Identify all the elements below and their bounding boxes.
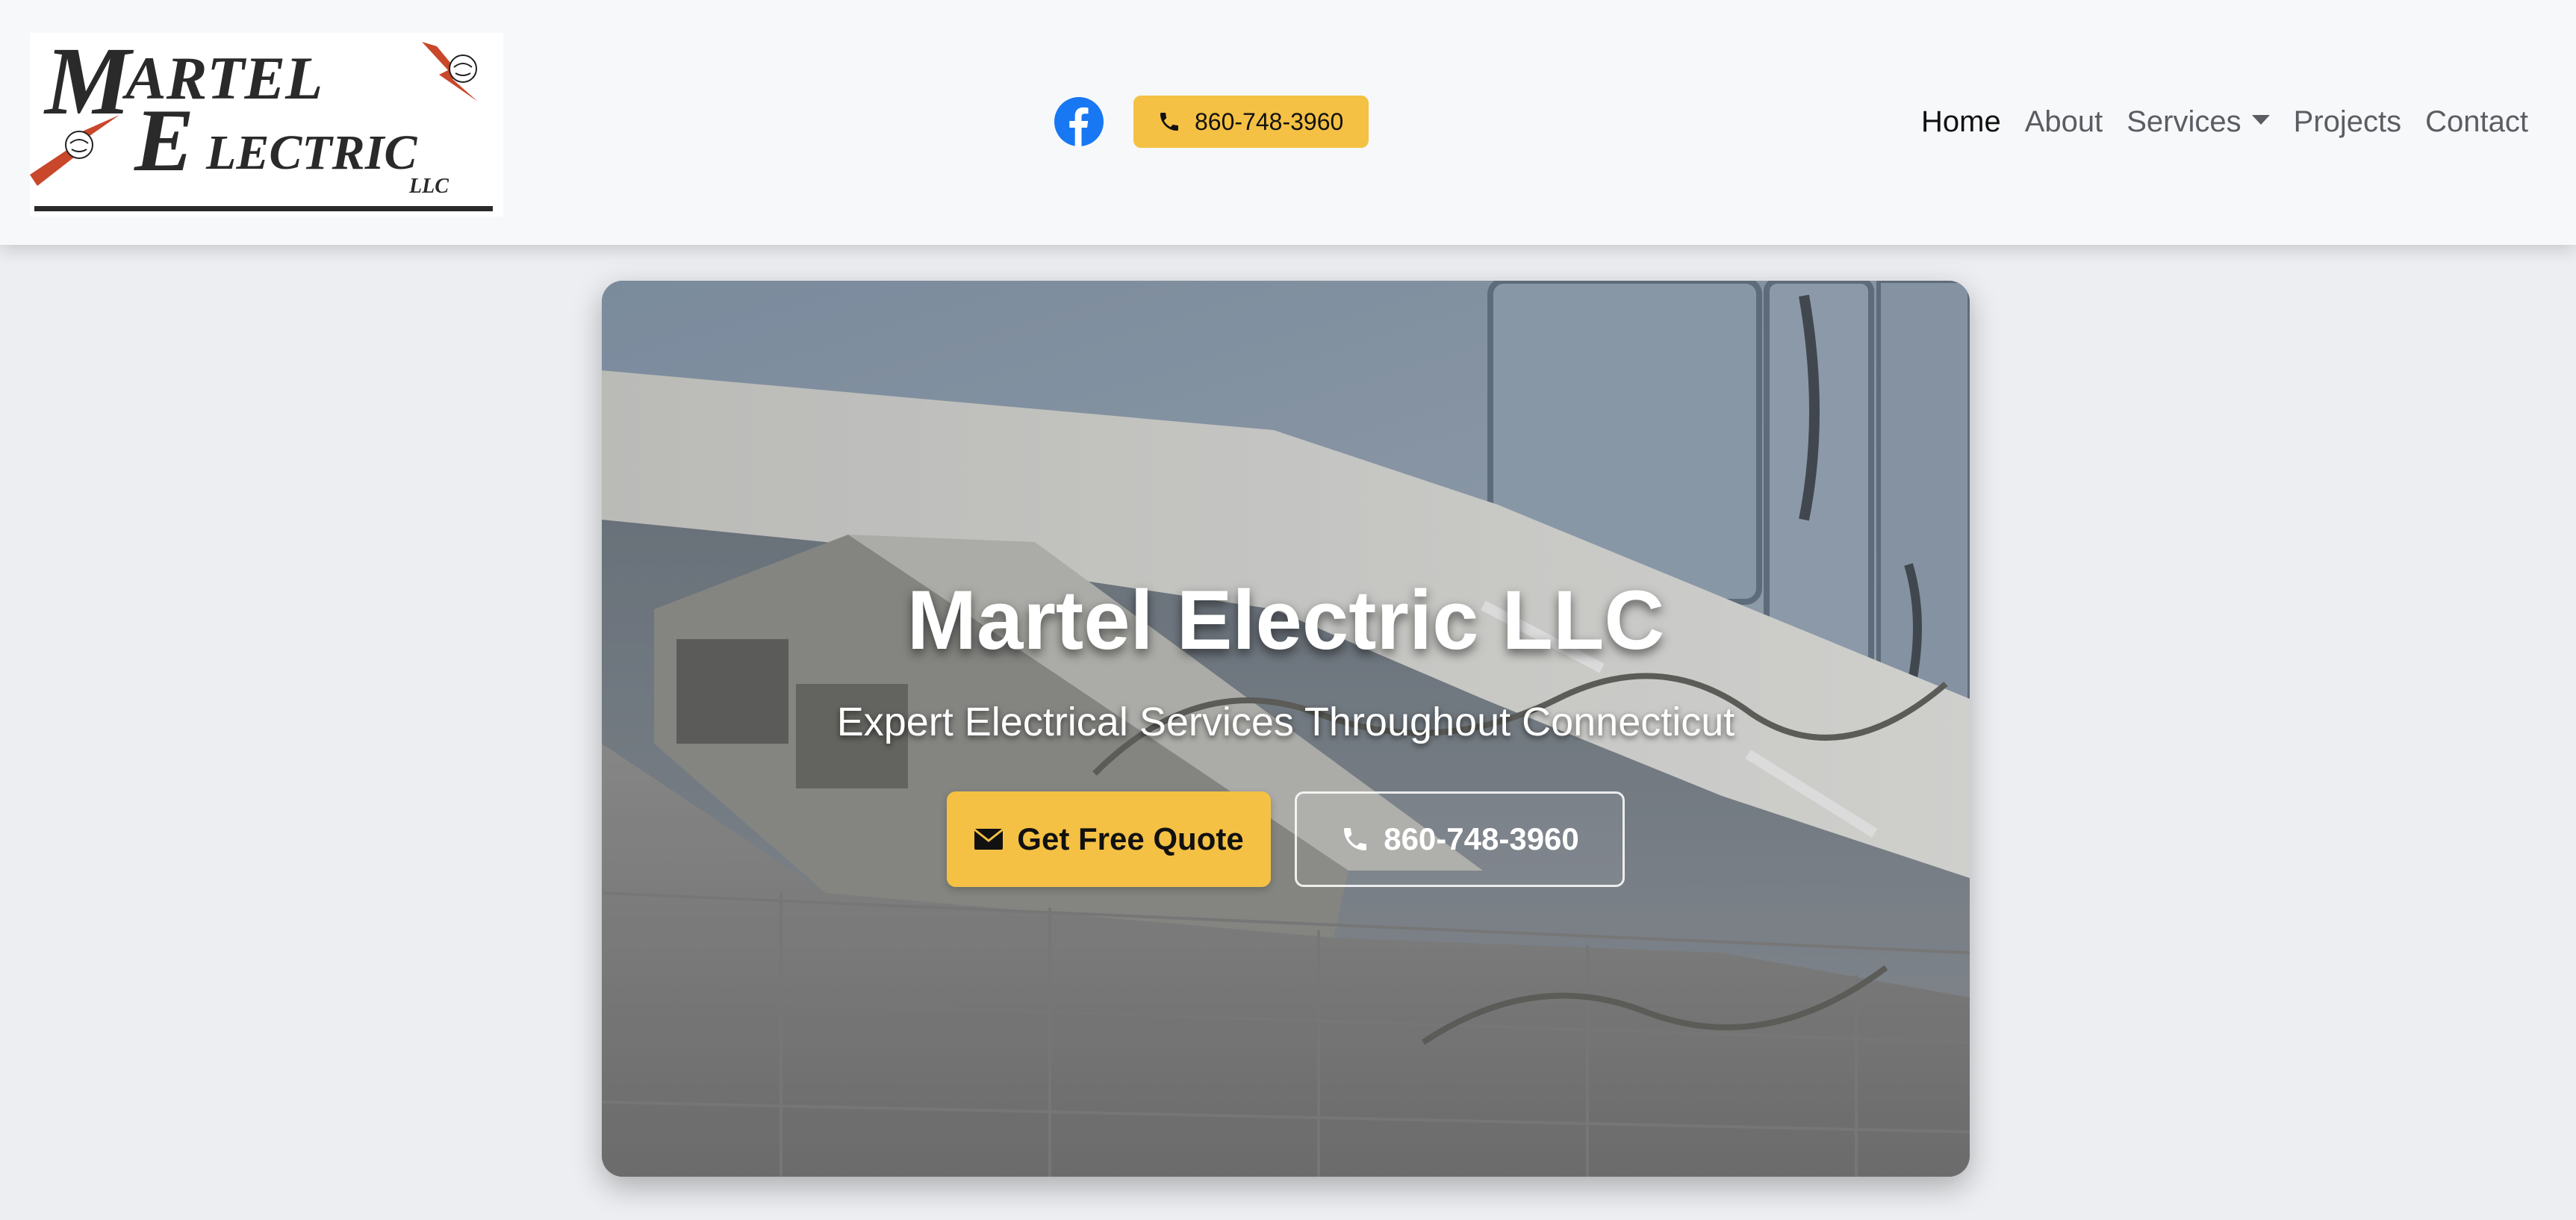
chevron-down-icon [2251, 115, 2270, 125]
get-free-quote-label: Get Free Quote [1017, 821, 1244, 856]
call-phone-button[interactable]: 860-748-3960 [1295, 791, 1625, 887]
svg-text:LECTRIC: LECTRIC [205, 125, 417, 180]
nav-services-label: Services [2127, 105, 2241, 138]
company-logo[interactable]: M ARTEL E LECTRIC LLC [30, 33, 503, 217]
header-phone-label: 860-748-3960 [1195, 108, 1344, 135]
phone-icon [1344, 828, 1367, 850]
nav-services[interactable]: Services [2127, 105, 2270, 139]
nav-about[interactable]: About [2025, 105, 2103, 139]
svg-text:LLC: LLC [408, 175, 449, 198]
nav-contact[interactable]: Contact [2425, 105, 2528, 139]
header-contact-group: 860-748-3960 [1054, 96, 1369, 148]
hero-title: Martel Electric LLC [906, 573, 1665, 667]
svg-text:M: M [43, 33, 134, 135]
site-header: M ARTEL E LECTRIC LLC 860-748-3960 Home … [0, 0, 2576, 245]
facebook-icon[interactable] [1054, 97, 1104, 146]
get-free-quote-button[interactable]: Get Free Quote [947, 791, 1271, 887]
header-phone-button[interactable]: 860-748-3960 [1133, 96, 1369, 148]
phone-icon [1160, 113, 1178, 131]
nav-home[interactable]: Home [1921, 105, 2001, 139]
hero-card: Martel Electric LLC Expert Electrical Se… [602, 281, 1970, 1177]
main-nav: Home About Services Projects Contact [1921, 96, 2528, 148]
call-phone-label: 860-748-3960 [1384, 821, 1579, 856]
logo-graphic: M ARTEL E LECTRIC LLC [30, 33, 493, 211]
envelope-icon [974, 828, 1004, 850]
svg-text:E: E [134, 90, 194, 190]
nav-projects[interactable]: Projects [2294, 105, 2402, 139]
hero-subtitle: Expert Electrical Services Throughout Co… [836, 700, 1735, 744]
